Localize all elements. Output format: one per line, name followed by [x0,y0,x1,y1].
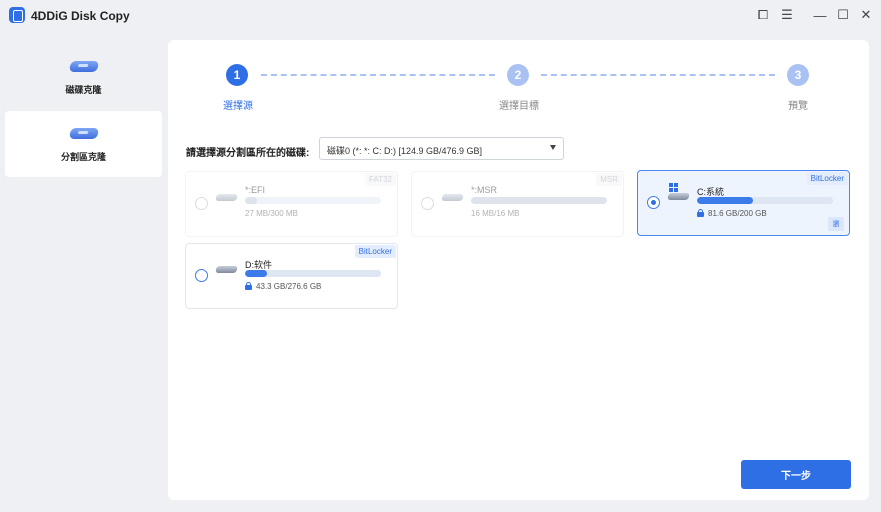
step-2-label: 選擇目標 [499,101,539,112]
title-bar: 4DDiG Disk Copy ⧠ ☰ — ☐ ✕ [0,0,881,32]
sidebar-item-partition-clone[interactable]: 分割區克隆 [5,111,162,177]
usage-bar [245,197,381,204]
disk-select-label: 請選擇源分割區所在的磁碟: [186,148,310,159]
filesystem-badge: MSR [596,173,622,186]
partition-radio [421,197,434,210]
usage-bar-fill [471,197,607,204]
minimize-icon[interactable]: — [812,7,828,23]
partition-card-msr: *:MSR 16 MB/16 MB MSR [411,171,624,237]
app-logo-icon [9,7,25,23]
sidebar-item-label: 磁碟克隆 [65,85,102,95]
step-connector [261,74,495,76]
drive-icon [441,192,464,202]
partition-size: 27 MB/300 MB [245,209,298,218]
browse-button[interactable]: 瀏 [828,217,844,231]
drive-icon [667,191,690,201]
lock-icon [245,282,252,290]
next-button[interactable]: 下一步 [741,460,851,489]
partition-card-d[interactable]: D:软件 43.3 GB/276.6 GB BitLocker [185,243,398,309]
bitlocker-badge: BitLocker [806,172,848,185]
step-2-indicator: 2 [507,64,529,86]
sidebar-item-disk-clone[interactable]: 磁碟克隆 [5,44,162,110]
step-connector [541,74,775,76]
step-3-indicator: 3 [787,64,809,86]
step-1-indicator: 1 [226,64,248,86]
partition-size: 43.3 GB/276.6 GB [245,282,321,291]
step-3-label: 預覽 [788,101,808,112]
usage-bar-fill [697,197,753,204]
usage-bar [697,197,833,204]
partition-name: *:MSR [471,185,498,195]
main-panel: 1 選擇源 2 選擇目標 3 預覽 請選擇源分割區所在的磁碟: 磁碟0 (*: … [168,40,869,500]
feedback-icon[interactable]: ⧠ [755,7,771,23]
usage-bar-fill [245,270,267,277]
chevron-down-icon [550,145,556,150]
app-title: 4DDiG Disk Copy [31,9,130,23]
usage-bar [471,197,607,204]
usage-bar-fill [245,197,258,204]
filesystem-badge: FAT32 [365,173,396,186]
sidebar: 磁碟克隆 分割區克隆 [0,32,168,512]
partition-radio [195,197,208,210]
disk-select-dropdown[interactable]: 磁碟0 (*: *: C: D:) [124.9 GB/476.9 GB] [319,137,564,160]
disk-clone-icon [68,59,100,75]
lock-icon [697,209,704,217]
partition-card-c[interactable]: C:系統 81.6 GB/200 GB BitLocker 瀏 [637,170,850,236]
sidebar-item-label: 分割區克隆 [60,152,106,162]
partition-clone-icon [68,126,100,142]
maximize-icon[interactable]: ☐ [835,7,851,23]
drive-icon [215,192,238,202]
close-icon[interactable]: ✕ [858,7,874,23]
drive-icon [215,264,238,274]
disk-select-value: 磁碟0 (*: *: C: D:) [124.9 GB/476.9 GB] [327,146,483,156]
usage-bar [245,270,381,277]
partition-card-efi: *:EFI 27 MB/300 MB FAT32 [185,171,398,237]
bitlocker-badge: BitLocker [354,245,396,258]
partition-size: 16 MB/16 MB [471,209,520,218]
partition-name: *:EFI [245,185,266,195]
partition-radio[interactable] [647,196,660,209]
menu-icon[interactable]: ☰ [779,7,795,23]
partition-size: 81.6 GB/200 GB [697,209,767,218]
partition-radio[interactable] [195,269,208,282]
step-1-label: 選擇源 [223,101,253,112]
